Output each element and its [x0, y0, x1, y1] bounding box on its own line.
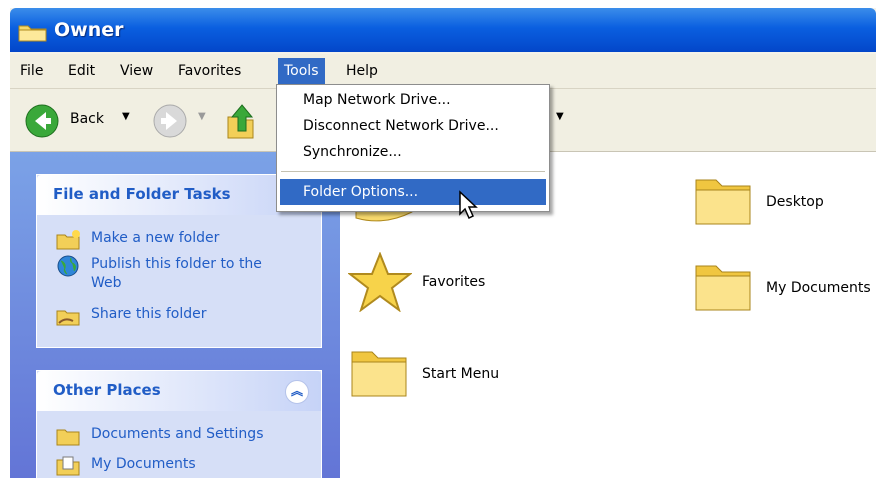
- explorer-window: Owner File Edit View Favorites Tools Hel…: [10, 8, 876, 478]
- menu-tools[interactable]: Tools: [278, 58, 325, 84]
- item-label: Desktop: [766, 194, 824, 210]
- new-folder-icon: [56, 230, 80, 250]
- forward-history-dropdown-icon[interactable]: ▼: [198, 111, 206, 122]
- mouse-pointer-icon: [459, 190, 478, 220]
- my-documents-icon: [56, 456, 80, 476]
- title-bar[interactable]: Owner: [10, 8, 876, 52]
- back-history-dropdown-icon[interactable]: ▼: [122, 111, 130, 122]
- item-favorites[interactable]: Favorites: [348, 252, 485, 312]
- views-dropdown-icon[interactable]: ▼: [556, 111, 564, 122]
- menu-view[interactable]: View: [114, 60, 159, 82]
- forward-arrow-icon[interactable]: [152, 103, 188, 139]
- up-folder-icon[interactable]: [222, 101, 258, 141]
- back-arrow-icon[interactable]: [24, 103, 60, 139]
- item-label: My Documents: [766, 280, 871, 296]
- place-my-documents[interactable]: My Documents: [55, 455, 196, 477]
- item-label: Favorites: [422, 274, 486, 290]
- collapse-chevron-icon[interactable]: ︽: [285, 380, 309, 404]
- menu-favorites[interactable]: Favorites: [172, 60, 247, 82]
- folder-icon: [695, 179, 751, 225]
- share-folder-icon: [56, 310, 80, 326]
- menu-item-map-network-drive[interactable]: Map Network Drive...: [303, 89, 451, 111]
- folder-icon: [56, 429, 80, 446]
- task-share-folder[interactable]: Share this folder: [55, 305, 207, 327]
- menu-item-disconnect-network-drive[interactable]: Disconnect Network Drive...: [303, 115, 499, 137]
- item-label: Start Menu: [422, 366, 500, 382]
- menu-item-label: Folder Options...: [303, 184, 419, 200]
- folder-icon: [695, 265, 751, 311]
- item-my-documents[interactable]: My Documents: [692, 258, 871, 318]
- place-documents-and-settings[interactable]: Documents and Settings: [55, 425, 263, 447]
- other-places-box: Other Places ︽ Documents and Settings My…: [36, 370, 322, 478]
- item-start-menu[interactable]: Start Menu: [348, 344, 499, 404]
- menu-item-folder-options[interactable]: Folder Options...: [280, 179, 546, 205]
- other-places-title: Other Places: [53, 381, 161, 399]
- back-button-label[interactable]: Back: [70, 111, 104, 127]
- menu-item-synchronize[interactable]: Synchronize...: [303, 141, 402, 163]
- task-publish-folder[interactable]: Publish this folder to the Web: [55, 255, 285, 293]
- item-desktop[interactable]: Desktop: [692, 172, 824, 232]
- window-title: Owner: [54, 19, 124, 41]
- globe-icon: [57, 255, 79, 277]
- folder-icon: [351, 351, 407, 397]
- menu-file[interactable]: File: [14, 60, 49, 82]
- task-make-new-folder[interactable]: Make a new folder: [55, 229, 219, 251]
- folder-icon: [18, 25, 47, 42]
- menu-help[interactable]: Help: [340, 60, 384, 82]
- menu-separator: [281, 171, 545, 172]
- tools-menu-dropdown: Map Network Drive... Disconnect Network …: [276, 84, 550, 212]
- star-icon: [348, 252, 412, 312]
- file-folder-tasks-title: File and Folder Tasks: [53, 185, 231, 203]
- other-places-header[interactable]: Other Places ︽: [37, 371, 321, 411]
- menu-edit[interactable]: Edit: [62, 60, 101, 82]
